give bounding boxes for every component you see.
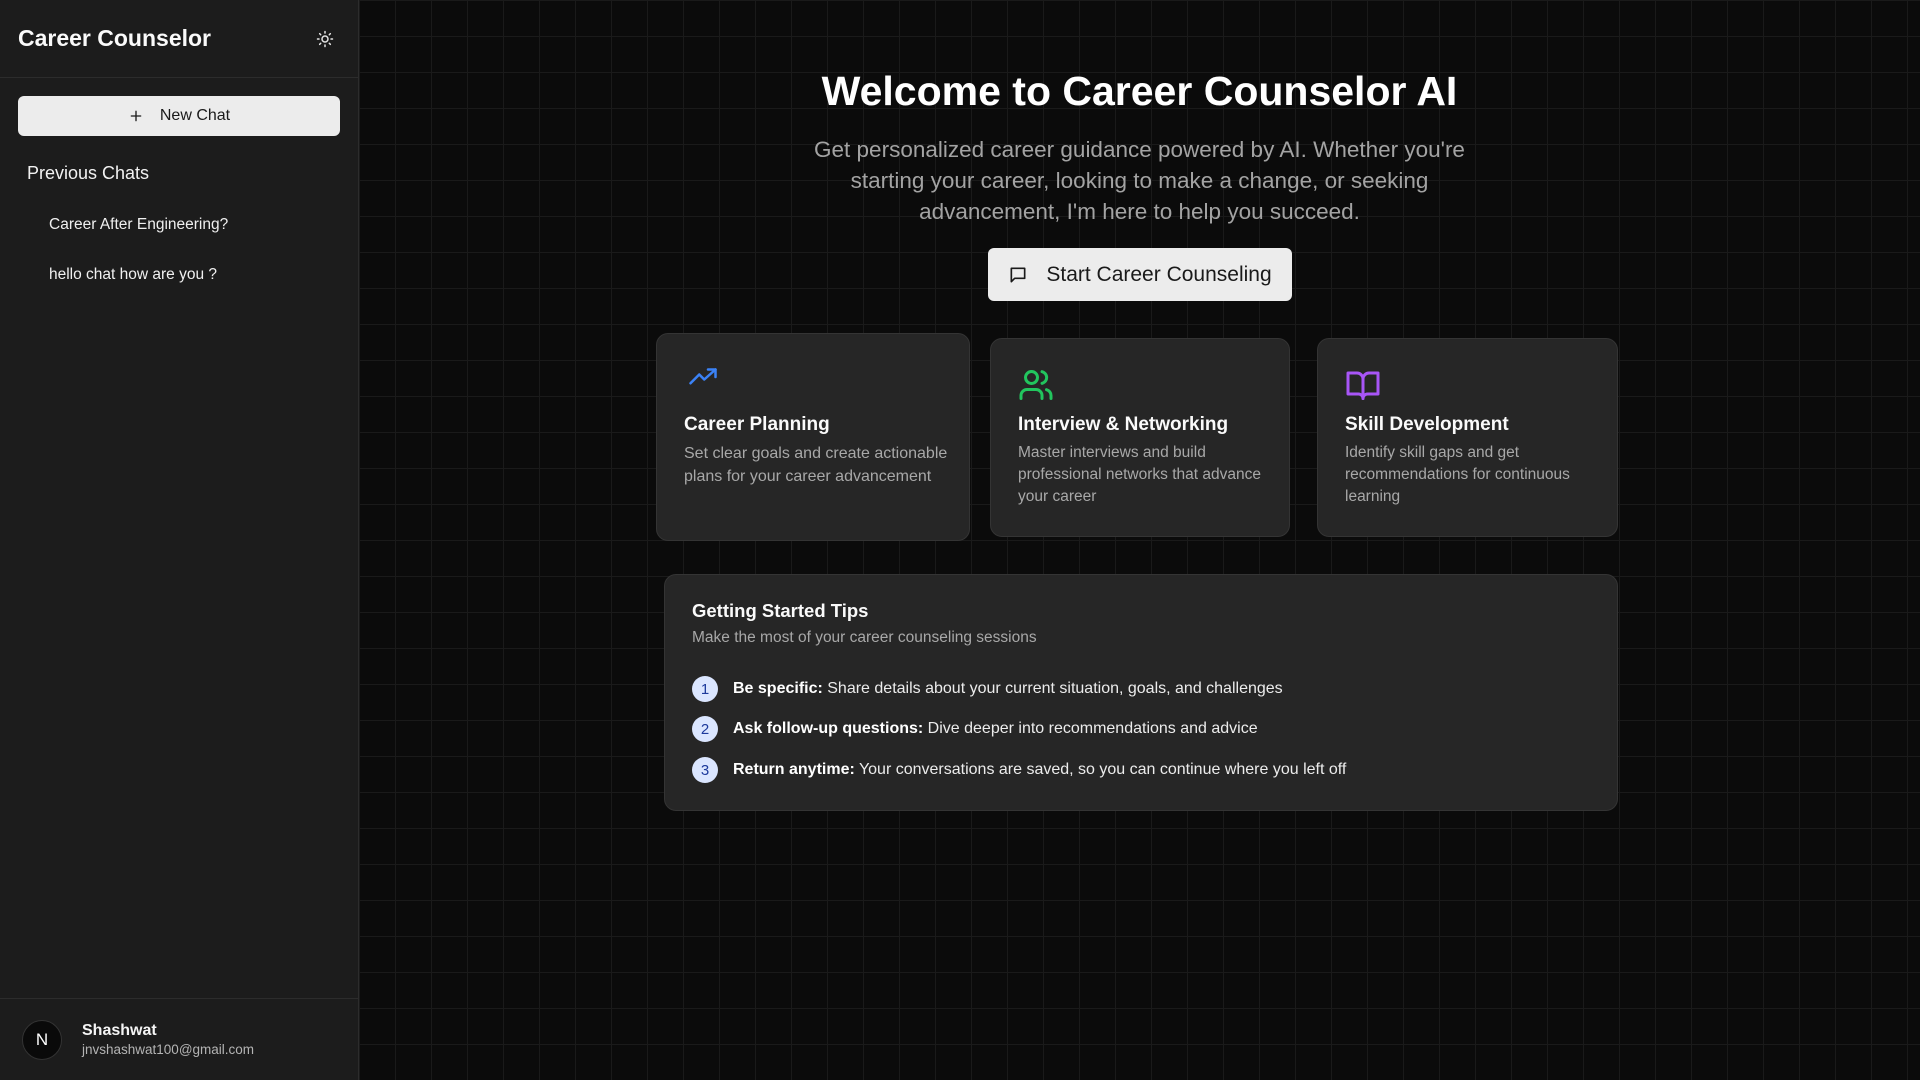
tip-bold: Ask follow-up questions: <box>733 720 924 737</box>
chat-list-item[interactable]: hello chat how are you ? <box>0 250 358 300</box>
tip-number: 1 <box>692 676 718 702</box>
avatar: N <box>22 1019 62 1060</box>
theme-toggle-button[interactable] <box>310 24 340 54</box>
feature-card-career-planning[interactable]: Career Planning Set clear goals and crea… <box>656 333 970 541</box>
start-counseling-label: Start Career Counseling <box>1046 262 1272 286</box>
plus-icon <box>130 110 142 122</box>
app: Career Counselor New Chat Previous Chats… <box>0 0 1920 1080</box>
card-description: Master interviews and build professional… <box>1018 444 1261 505</box>
users-icon <box>1019 370 1053 400</box>
chat-title: hello chat how are you ? <box>49 266 218 283</box>
message-square-icon <box>1010 267 1026 282</box>
app-title: Career Counselor <box>18 25 212 51</box>
tips-subtitle: Make the most of your career counseling … <box>692 629 1037 646</box>
main-content: Welcome to Career Counselor AI Get perso… <box>359 0 1920 1080</box>
feature-card-skill-development[interactable]: Skill Development Identify skill gaps an… <box>1317 338 1618 537</box>
getting-started-tips: Getting Started Tips Make the most of yo… <box>664 574 1618 811</box>
tip-text: Ask follow-up questions: Dive deeper int… <box>733 720 1258 738</box>
tip-detail: Share details about your current situati… <box>822 680 1283 697</box>
chat-title: Career After Engineering? <box>49 216 229 233</box>
start-counseling-button[interactable]: Start Career Counseling <box>988 248 1292 301</box>
tip-number: 3 <box>692 757 718 783</box>
user-name: Shashwat <box>82 1022 157 1039</box>
card-description: Set clear goals and create actionable pl… <box>684 445 948 485</box>
new-chat-label: New Chat <box>159 107 231 124</box>
trending-up-icon <box>689 368 717 385</box>
chat-list: Career After Engineering? hello chat how… <box>0 200 358 300</box>
book-open-icon <box>1346 371 1380 400</box>
page-subtitle: Get personalized career guidance powered… <box>814 137 1465 224</box>
user-profile[interactable]: N Shashwat jnvshashwat100@gmail.com <box>0 998 358 1080</box>
card-title: Interview & Networking <box>1018 414 1229 435</box>
page-title: Welcome to Career Counselor AI <box>821 68 1458 114</box>
card-title: Career Planning <box>684 414 830 435</box>
tip-item: 2 Ask follow-up questions: Dive deeper i… <box>692 716 1258 742</box>
tip-detail: Dive deeper into recommendations and adv… <box>923 720 1258 737</box>
tip-number: 2 <box>692 716 718 742</box>
tip-text: Return anytime: Your conversations are s… <box>733 761 1346 779</box>
sidebar-header: Career Counselor <box>0 0 358 78</box>
sidebar: Career Counselor New Chat Previous Chats… <box>0 0 359 1080</box>
tip-bold: Return anytime: <box>733 761 855 778</box>
chat-list-item[interactable]: Career After Engineering? <box>0 200 358 250</box>
sun-icon <box>316 30 334 47</box>
user-info: Shashwat jnvshashwat100@gmail.com <box>82 1022 254 1057</box>
tip-item: 1 Be specific: Share details about your … <box>692 676 1283 702</box>
tips-title: Getting Started Tips <box>692 600 869 621</box>
user-email: jnvshashwat100@gmail.com <box>82 1042 255 1057</box>
feature-card-interview-networking[interactable]: Interview & Networking Master interviews… <box>990 338 1290 537</box>
card-description: Identify skill gaps and get recommendati… <box>1345 444 1570 505</box>
tip-text: Be specific: Share details about your cu… <box>733 680 1283 698</box>
previous-chats-heading: Previous Chats <box>27 163 150 183</box>
tip-item: 3 Return anytime: Your conversations are… <box>692 757 1346 783</box>
card-title: Skill Development <box>1345 414 1509 435</box>
tip-bold: Be specific: <box>733 680 823 697</box>
new-chat-button[interactable]: New Chat <box>18 96 340 136</box>
tip-detail: Your conversations are saved, so you can… <box>854 761 1347 778</box>
